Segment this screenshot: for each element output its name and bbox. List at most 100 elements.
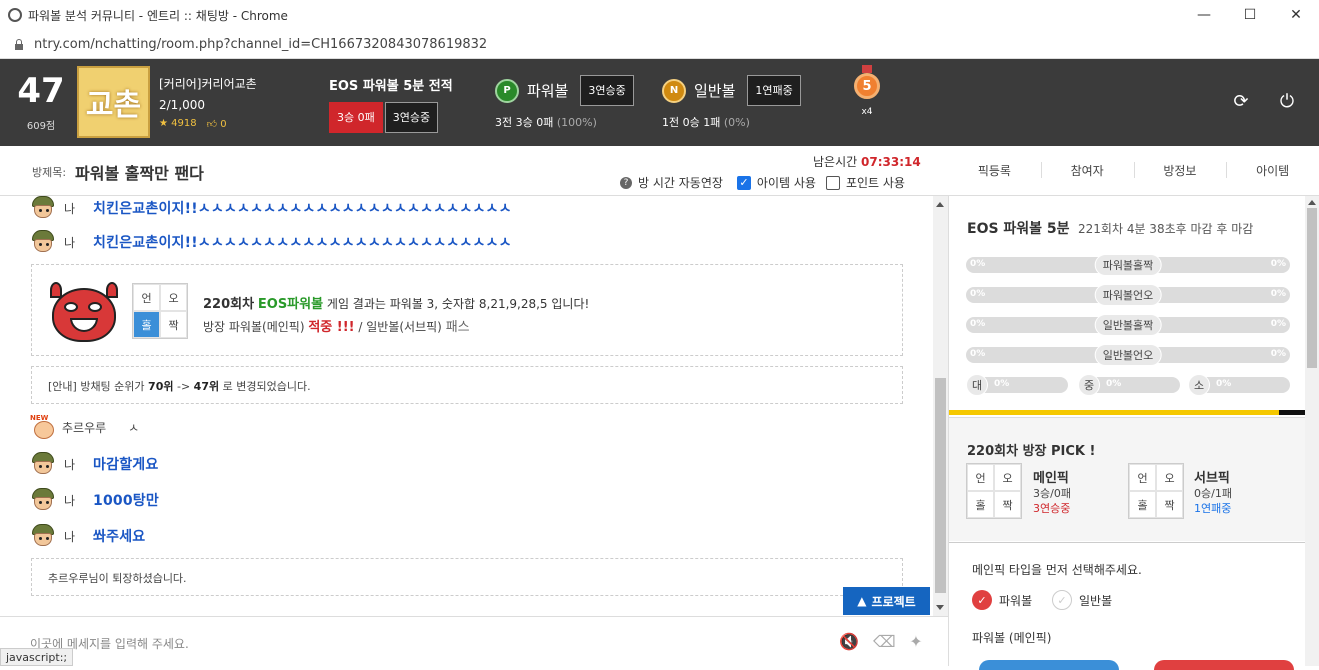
sender-name: 나 <box>64 201 76 216</box>
check-circle-icon[interactable]: ✓ <box>972 590 992 610</box>
grid-cell: 언 <box>1129 464 1156 491</box>
minimize-icon[interactable]: — <box>1181 0 1227 30</box>
round-info: 221회차 4분 38초후 마감 후 마감 <box>1078 222 1254 236</box>
leave-text: 추르우루님이 퇴장하셨습니다. <box>48 572 187 585</box>
soldier-avatar-icon <box>30 452 56 476</box>
refresh-icon[interactable]: ⟳ <box>1231 92 1251 112</box>
grid-cell-selected: 홀 <box>133 311 160 338</box>
tab-participants[interactable]: 참여자 <box>1040 146 1134 195</box>
magic-wand-icon[interactable]: ✦ <box>906 632 926 651</box>
stat-bar: 0% 일반볼홀짝 0% <box>966 314 1290 336</box>
medal-number: 5 <box>854 73 880 99</box>
grid-cell: 오 <box>1156 464 1183 491</box>
scroll-up-icon[interactable] <box>1308 200 1316 205</box>
progress-bar-dark <box>1279 410 1306 415</box>
point-use-checkbox[interactable] <box>825 175 840 190</box>
rank-box: 47 609점 <box>10 71 72 132</box>
remaining-time: 남은시간 07:33:14 <box>813 153 921 170</box>
main-pick-streak: 3연승중 <box>1033 502 1071 515</box>
avatar[interactable]: 교촌 <box>77 66 150 138</box>
eraser-icon[interactable]: ⌫ <box>873 632 896 651</box>
option-normalball[interactable]: ✓ 일반볼 <box>1052 590 1112 610</box>
medal-count: x4 <box>861 107 873 117</box>
result-text-2: 방장 파워볼(메인픽) 적중 !!! / 일반볼(서브픽) 패스 <box>203 316 470 335</box>
url-text[interactable]: ntry.com/nchatting/room.php?channel_id=C… <box>34 37 487 52</box>
scroll-up-icon[interactable] <box>936 202 944 207</box>
auto-extend-label: 방 시간 자동연장 <box>638 176 723 190</box>
result-detail: 게임 결과는 파워볼 3, 숫자합 8,21,9,28,5 입니다! <box>326 297 590 311</box>
stat-label: 일반볼홀짝 <box>1094 314 1162 336</box>
scroll-down-icon[interactable] <box>936 605 944 610</box>
size-label: 소 <box>1188 374 1210 396</box>
result-text: 220회차 EOS파워볼 게임 결과는 파워볼 3, 숫자합 8,21,9,28… <box>203 293 589 312</box>
grid-cell: 홀 <box>967 491 994 518</box>
stat-right-pct: 0% <box>1270 259 1286 269</box>
chat-area: 나 치킨은교촌이지!!ㅅㅅㅅㅅㅅㅅㅅㅅㅅㅅㅅㅅㅅㅅㅅㅅㅅㅅㅅㅅㅅㅅㅅㅅ 나 치킨… <box>0 196 933 616</box>
chat-scrollbar[interactable] <box>933 196 948 616</box>
soldier-avatar-icon <box>30 196 56 220</box>
notice-to-rank: 47위 <box>193 380 220 393</box>
powerball-line-text: 3전 3승 0패 <box>495 116 554 129</box>
sender-name[interactable]: 추르우루 <box>62 419 106 436</box>
main-pick-type-label: 파워볼 (메인픽) <box>972 631 1052 645</box>
sender-name: 나 <box>64 235 76 250</box>
grid-cell: 짝 <box>1156 491 1183 518</box>
betting-stats: EOS 파워볼 5분 221회차 4분 38초후 마감 후 마감 0% 파워볼홀… <box>949 196 1306 417</box>
option-powerball[interactable]: ✓ 파워볼 <box>972 590 1032 610</box>
option-powerball-label: 파워볼 <box>999 593 1033 608</box>
stat-label: 일반볼언오 <box>1094 344 1162 366</box>
size-bar: 중 0% <box>1078 374 1180 396</box>
stat-left-pct: 0% <box>970 319 986 329</box>
stat-right-pct: 0% <box>1270 289 1286 299</box>
panel-scrollbar[interactable] <box>1305 196 1319 666</box>
medal-ribbon <box>862 65 872 73</box>
powerball-coin-icon: P <box>495 78 519 103</box>
tab-items[interactable]: 아이템 <box>1226 146 1319 195</box>
user-header: 47 609점 교촌 [커리어]커리어교촌 2/1,000 ★ 4918 👍︎ … <box>0 59 1319 146</box>
normalball-line: 1전 0승 1패 (0%) <box>662 114 801 130</box>
room-options: ? 방 시간 자동연장 ✓ 아이템 사용 포인트 사용 <box>620 174 905 191</box>
help-icon[interactable]: ? <box>620 176 632 189</box>
pick-instruction: 메인픽 타입을 먼저 선택해주세요. <box>972 563 1142 577</box>
main-pick-record: 3승/0패 <box>1033 487 1071 500</box>
item-use-checkbox[interactable]: ✓ <box>736 175 751 190</box>
tab-pick-register[interactable]: 픽등록 <box>948 146 1041 195</box>
soldier-avatar-icon <box>30 230 56 254</box>
progress-bar-yellow <box>949 410 1279 415</box>
scroll-thumb[interactable] <box>1307 208 1317 368</box>
mute-icon[interactable]: 🔇 <box>839 632 859 651</box>
user-stats: ★ 4918 👍︎ 0 <box>159 118 257 130</box>
message-text: 쏴주세요 <box>93 529 146 545</box>
tab-room-info[interactable]: 방정보 <box>1133 146 1227 195</box>
normalball-streak-badge: 1연패중 <box>747 75 801 106</box>
maximize-icon[interactable]: ☐ <box>1227 0 1273 30</box>
stat-label: 파워볼언오 <box>1094 284 1162 306</box>
pick-register-form: 메인픽 타입을 먼저 선택해주세요. ✓ 파워볼 ✓ 일반볼 파워볼 (메인픽) <box>949 542 1306 670</box>
grid-cell: 언 <box>967 464 994 491</box>
stat-left-pct: 0% <box>970 289 986 299</box>
grid-cell: 홀 <box>1129 491 1156 518</box>
game-result-card: 언 오 홀 짝 220회차 EOS파워볼 게임 결과는 파워볼 3, 숫자합 8… <box>31 264 903 356</box>
eos-streak-badge: 3연승중 <box>384 102 439 133</box>
scroll-thumb[interactable] <box>935 378 946 593</box>
point-use-label: 포인트 사용 <box>845 176 905 190</box>
thumb-icon: 👍︎ <box>206 119 218 130</box>
user-count: 2/1,000 <box>159 98 206 112</box>
odd-button[interactable] <box>979 660 1119 670</box>
pick-heading: 220회차 방장 PICK ! <box>967 444 1096 459</box>
project-button[interactable]: ▲ 프로젝트 <box>843 587 930 615</box>
user-info: [커리어]커리어교촌 2/1,000 ★ 4918 👍︎ 0 <box>159 75 257 130</box>
check-circle-icon[interactable]: ✓ <box>1052 590 1072 610</box>
grid-cell: 오 <box>160 284 187 311</box>
close-icon[interactable]: ✕ <box>1273 0 1319 30</box>
even-button[interactable] <box>1154 660 1294 670</box>
star-count: 4918 <box>171 118 197 129</box>
power-icon[interactable]: ⏻ <box>1277 92 1297 112</box>
project-button-label: 프로젝트 <box>871 594 916 609</box>
lock-icon <box>14 38 24 50</box>
address-bar[interactable]: ntry.com/nchatting/room.php?channel_id=C… <box>0 30 1319 59</box>
stat-left-pct: 0% <box>970 349 986 359</box>
medal-icon[interactable]: 5 x4 <box>852 65 882 117</box>
sub-pick-record: 0승/1패 <box>1194 487 1232 500</box>
eos-title: EOS 파워볼 5분 전적 <box>329 79 453 94</box>
